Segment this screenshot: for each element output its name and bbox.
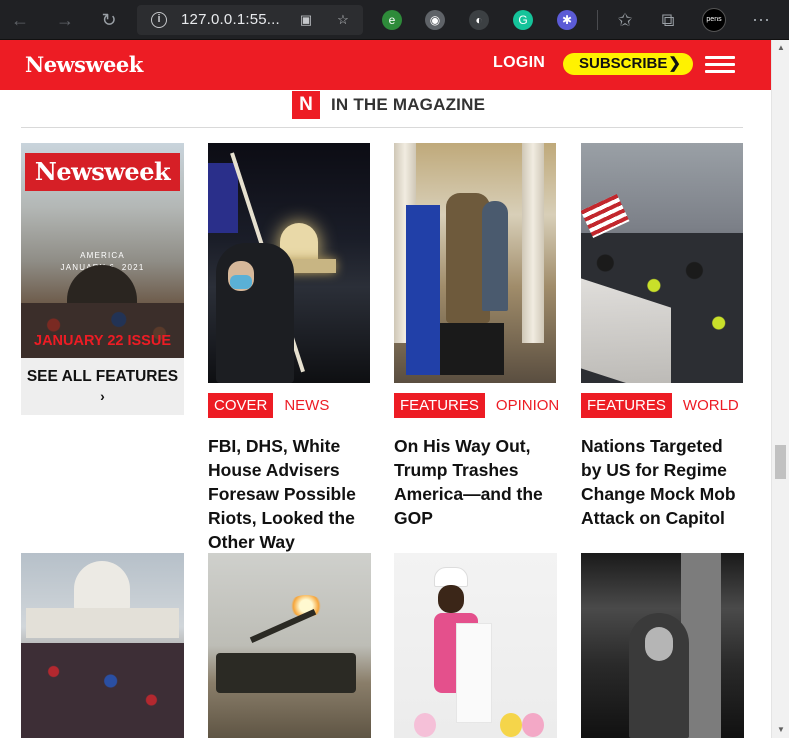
login-link[interactable]: LOGIN (493, 54, 545, 72)
story-image[interactable] (21, 553, 184, 738)
primary-tag[interactable]: COVER (208, 393, 274, 418)
story-image[interactable] (581, 143, 743, 383)
flag-shape (581, 193, 630, 239)
head-shape (438, 585, 464, 613)
section-heading: N IN THE MAGAZINE (21, 90, 743, 128)
flag-shape (208, 163, 238, 233)
evernote-extension-icon[interactable]: e (382, 10, 402, 30)
scrollbar-thumb[interactable] (775, 445, 786, 479)
cover-crowd-shape (21, 303, 184, 358)
camera-extension-icon[interactable]: ◉ (425, 10, 445, 30)
primary-tag[interactable]: FEATURES (394, 393, 485, 418)
crowd-shape (21, 643, 184, 738)
back-arrow-icon[interactable]: ← (8, 8, 32, 32)
story-tags: FEATURES WORLD (581, 393, 750, 418)
story-image[interactable] (394, 143, 556, 383)
page-viewport: Newsweek LOGIN SUBSCRIBE ❯ N IN THE MAGA… (0, 40, 771, 738)
scroll-up-icon[interactable]: ▲ (776, 43, 786, 53)
cover-masthead: Newsweek (25, 153, 180, 191)
reload-icon[interactable]: ↻ (97, 8, 121, 32)
story-image[interactable] (581, 553, 744, 738)
pedestal-shape (440, 323, 504, 375)
story-headline[interactable]: On His Way Out, Trump Trashes America—an… (394, 434, 557, 530)
balloon-shape (414, 713, 436, 737)
chevron-right-icon: ❯ (668, 55, 681, 72)
building-shape (26, 608, 179, 638)
url-text[interactable]: 127.0.0.1:55... (181, 11, 280, 28)
story-card[interactable]: COVER NEWS FBI, DHS, White House Advisers… (208, 143, 371, 552)
collections-icon[interactable]: ⧉ (656, 8, 680, 32)
person-shape (482, 201, 508, 311)
browser-toolbar: ← → ↻ i 127.0.0.1:55... ▣ ☆ e ◉ ◐ G ✱ ✩ … (0, 0, 789, 40)
see-all-features-link[interactable]: SEE ALL FEATURES (21, 368, 184, 386)
magazine-cover-card[interactable]: Newsweek AMERICA JANUARY 6, 2021 JANUARY… (21, 143, 184, 415)
chevron-right-icon[interactable]: › (21, 388, 184, 404)
story-image[interactable] (208, 553, 371, 738)
story-image[interactable] (208, 143, 370, 383)
add-favorite-icon[interactable]: ☆ (335, 12, 351, 28)
site-info-icon[interactable]: i (151, 12, 167, 28)
scroll-down-icon[interactable]: ▼ (776, 725, 786, 735)
apron-shape (456, 623, 492, 723)
extension-icon[interactable]: ◐ (469, 10, 489, 30)
flag-shape (406, 205, 440, 375)
issue-label[interactable]: JANUARY 22 ISSUE (21, 333, 184, 349)
chef-hat-shape (434, 567, 468, 587)
person-shape (216, 243, 294, 383)
read-aloud-icon[interactable]: ▣ (298, 12, 314, 28)
story-card[interactable]: FEATURES OPINION On His Way Out, Trump Tr… (394, 143, 559, 528)
magazine-cover-image[interactable]: Newsweek AMERICA JANUARY 6, 2021 JANUARY… (21, 143, 184, 358)
grammarly-icon[interactable]: G (513, 10, 533, 30)
story-image[interactable] (394, 553, 557, 738)
story-tags: COVER NEWS (208, 393, 340, 418)
newsweek-logo[interactable]: Newsweek (25, 52, 143, 77)
secondary-tag[interactable]: WORLD (672, 393, 750, 418)
truck-shape (216, 653, 356, 693)
newsweek-n-badge: N (292, 91, 320, 119)
hamburger-menu-icon[interactable] (705, 56, 735, 74)
gun-barrel-shape (249, 609, 317, 643)
secondary-tag[interactable]: NEWS (273, 393, 340, 418)
more-menu-icon[interactable]: ⋯ (749, 8, 773, 32)
face-shape (645, 627, 673, 661)
gear-extension-icon[interactable]: ✱ (557, 10, 577, 30)
site-header: Newsweek LOGIN SUBSCRIBE ❯ (0, 40, 771, 90)
story-tags: FEATURES OPINION (394, 393, 570, 418)
profile-avatar[interactable]: pens (702, 8, 726, 32)
subscribe-button[interactable]: SUBSCRIBE ❯ (563, 53, 693, 75)
story-headline[interactable]: FBI, DHS, White House Advisers Foresaw P… (208, 434, 371, 554)
toolbar-separator (597, 10, 598, 30)
secondary-tag[interactable]: OPINION (485, 393, 570, 418)
mask-shape (230, 275, 252, 289)
story-headline[interactable]: Nations Targeted by US for Regime Change… (581, 434, 744, 530)
balloon-shape (500, 713, 522, 737)
story-card[interactable]: FEATURES WORLD Nations Targeted by US for… (581, 143, 744, 528)
primary-tag[interactable]: FEATURES (581, 393, 672, 418)
forward-arrow-icon[interactable]: → (53, 8, 77, 32)
cover-caption-line1: AMERICA (80, 251, 125, 260)
section-title: IN THE MAGAZINE (331, 95, 486, 114)
capitol-dome-shape (74, 561, 130, 611)
column-shape (522, 143, 544, 343)
subscribe-label: SUBSCRIBE (579, 55, 668, 72)
page-scrollbar[interactable]: ▲ ▼ (771, 40, 789, 738)
balloon-shape (522, 713, 544, 737)
favorites-icon[interactable]: ✩ (613, 8, 637, 32)
address-bar[interactable]: i 127.0.0.1:55... ▣ ☆ (137, 5, 363, 35)
